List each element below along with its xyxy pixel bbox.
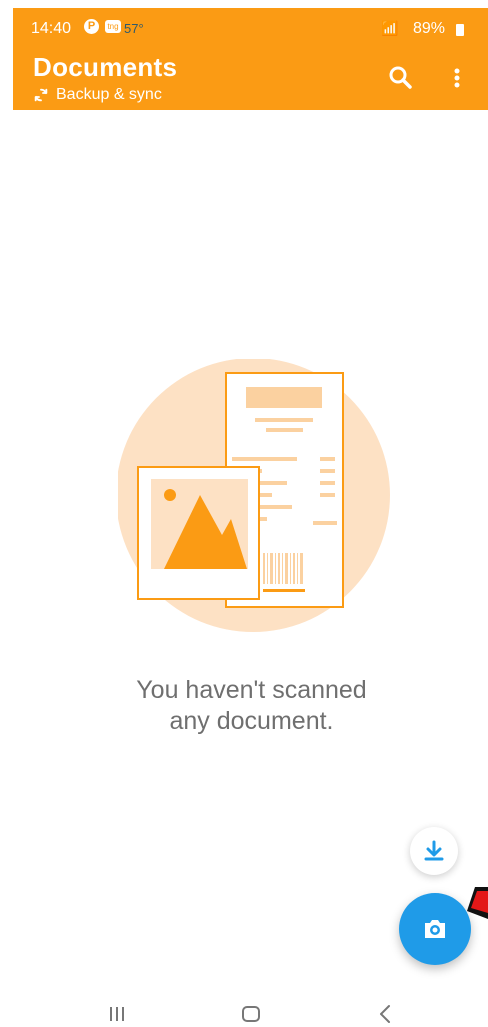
wifi-signal-icon: 📶 xyxy=(381,20,398,36)
more-options-button[interactable] xyxy=(445,63,469,93)
back-icon[interactable] xyxy=(378,1004,392,1024)
pin-icon: P xyxy=(84,19,99,34)
system-navigation-bar xyxy=(13,995,488,1027)
camera-icon xyxy=(425,920,445,938)
search-icon xyxy=(389,66,412,89)
scan-camera-button[interactable] xyxy=(399,893,471,965)
recent-apps-icon[interactable] xyxy=(107,1005,127,1023)
page-title: Documents xyxy=(33,52,178,82)
app-badge-icon: tng xyxy=(105,20,121,33)
status-bar: 14:40 P tng 57° 📶 89% xyxy=(13,8,488,48)
import-document-button[interactable] xyxy=(410,827,458,875)
weather-temperature: 57° xyxy=(124,21,144,36)
more-vertical-icon xyxy=(454,68,460,88)
sync-icon xyxy=(34,88,48,102)
empty-state-message: You haven't scanned any document. xyxy=(80,675,423,737)
empty-state-line-2: any document. xyxy=(169,707,334,735)
battery-percent: 89% xyxy=(413,20,446,37)
empty-documents-illustration xyxy=(118,359,390,632)
search-button[interactable] xyxy=(386,63,416,93)
home-icon[interactable] xyxy=(241,1005,261,1023)
backup-sync-label: Backup & sync xyxy=(56,86,162,103)
download-icon xyxy=(424,840,444,861)
app-header: 14:40 P tng 57° 📶 89% Documents Backup &… xyxy=(13,8,488,110)
status-time: 14:40 xyxy=(31,20,72,37)
battery-icon xyxy=(456,24,464,36)
empty-state-line-1: You haven't scanned xyxy=(136,676,367,704)
backup-sync-link[interactable]: Backup & sync xyxy=(33,86,162,104)
annotation-arrow-icon xyxy=(467,887,488,919)
